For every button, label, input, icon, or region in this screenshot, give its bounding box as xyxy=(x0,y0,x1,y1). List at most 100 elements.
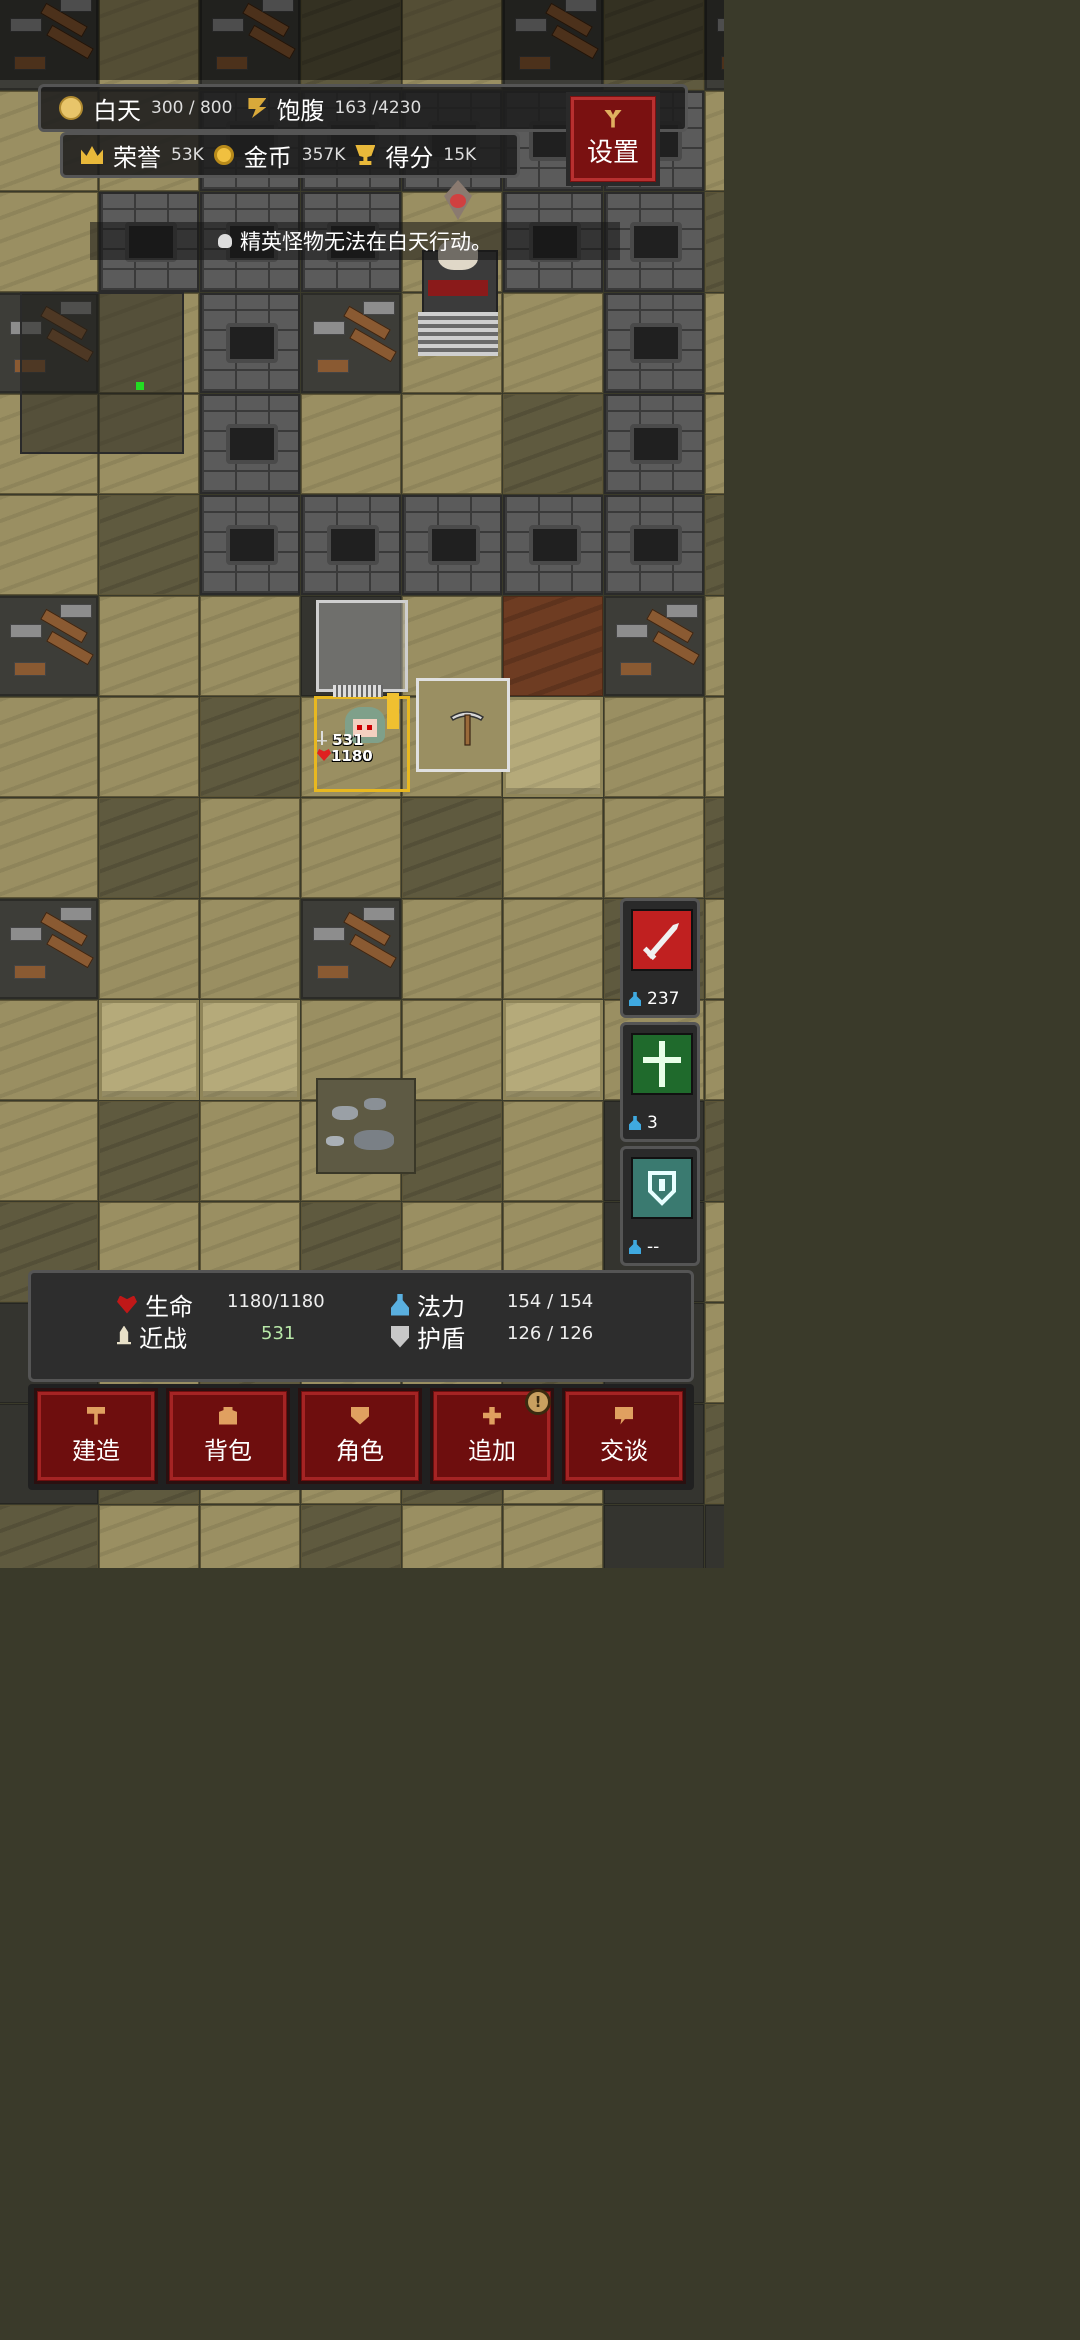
wall-tile[interactable] xyxy=(604,293,704,393)
floor-tile[interactable] xyxy=(402,899,502,999)
stone-floor-tile[interactable] xyxy=(604,1505,704,1568)
floor-tile[interactable] xyxy=(503,1101,603,1201)
debris-tile[interactable] xyxy=(0,596,98,696)
floor-tile[interactable] xyxy=(705,596,724,696)
skill-blade[interactable]: 237 xyxy=(620,898,700,1018)
floor-tile[interactable] xyxy=(705,1404,724,1504)
crown-icon xyxy=(81,146,103,164)
score-label: 得分 xyxy=(385,143,434,172)
bag-button[interactable]: 背包 xyxy=(166,1388,290,1484)
debris-tile[interactable] xyxy=(0,899,98,999)
wall-tile[interactable] xyxy=(503,495,603,595)
floor-tile[interactable] xyxy=(705,899,724,999)
floor-tile[interactable] xyxy=(200,798,300,898)
floor-tile[interactable] xyxy=(402,394,502,494)
raised-floor-tile[interactable] xyxy=(503,1000,603,1100)
skill-shield[interactable]: -- xyxy=(620,1146,700,1266)
rock-pile[interactable] xyxy=(316,1078,416,1174)
wall-tile[interactable] xyxy=(200,394,300,494)
floor-tile[interactable] xyxy=(503,394,603,494)
floor-tile[interactable] xyxy=(705,1202,724,1302)
floor-tile[interactable] xyxy=(0,697,98,797)
floor-tile[interactable] xyxy=(99,495,199,595)
dirt-tile[interactable] xyxy=(503,596,603,696)
talk-button[interactable]: 交谈 xyxy=(562,1388,686,1484)
floor-tile[interactable] xyxy=(99,1505,199,1568)
floor-tile[interactable] xyxy=(200,1505,300,1568)
floor-tile[interactable] xyxy=(200,1101,300,1201)
floor-tile[interactable] xyxy=(0,798,98,898)
add-label: 追加 xyxy=(468,1436,516,1465)
floor-tile[interactable] xyxy=(99,1101,199,1201)
debris-tile[interactable] xyxy=(301,899,401,999)
floor-tile[interactable] xyxy=(705,1303,724,1403)
wall-tile[interactable] xyxy=(402,495,502,595)
raised-floor-tile[interactable] xyxy=(200,1000,300,1100)
mana-flask-icon xyxy=(391,1293,409,1316)
floor-tile[interactable] xyxy=(99,697,199,797)
floor-tile[interactable] xyxy=(99,596,199,696)
raised-floor-tile[interactable] xyxy=(99,1000,199,1100)
floor-tile[interactable] xyxy=(200,697,300,797)
floor-tile[interactable] xyxy=(402,1000,502,1100)
wall-tile[interactable] xyxy=(200,495,300,595)
wall-tile[interactable] xyxy=(604,394,704,494)
floor-tile[interactable] xyxy=(0,1101,98,1201)
floor-tile[interactable] xyxy=(301,798,401,898)
floor-tile[interactable] xyxy=(99,899,199,999)
floor-tile[interactable] xyxy=(705,192,724,292)
floor-tile[interactable] xyxy=(402,1101,502,1201)
game-board[interactable]: 531 1180 白天 300 / 800 饱腹 163 /4230 荣誉 53… xyxy=(0,0,724,1568)
floor-tile[interactable] xyxy=(705,798,724,898)
settings-label: 设置 xyxy=(586,137,639,168)
floor-tile[interactable] xyxy=(402,798,502,898)
floor-tile[interactable] xyxy=(705,495,724,595)
floor-tile[interactable] xyxy=(503,1505,603,1568)
hunger-icon xyxy=(248,98,267,118)
add-button[interactable]: 追加 ! xyxy=(430,1388,554,1484)
mine-target-tile[interactable] xyxy=(416,678,510,772)
skill-holy-cross[interactable]: 3 xyxy=(620,1022,700,1142)
selected-rubble-tile[interactable] xyxy=(316,600,408,692)
floor-tile[interactable] xyxy=(503,293,603,393)
character-stats-panel: 生命 1180/1180 法力 154 / 154 近战 531 护盾 126 … xyxy=(28,1270,694,1382)
floor-tile[interactable] xyxy=(301,1505,401,1568)
floor-tile[interactable] xyxy=(0,192,98,292)
floor-tile[interactable] xyxy=(0,1505,98,1568)
floor-tile[interactable] xyxy=(503,798,603,898)
floor-tile[interactable] xyxy=(0,1000,98,1100)
shield-value: 126 / 126 xyxy=(507,1323,594,1344)
floor-tile[interactable] xyxy=(402,1505,502,1568)
floor-tile[interactable] xyxy=(705,1101,724,1201)
stone-floor-tile[interactable] xyxy=(705,1505,724,1568)
floor-tile[interactable] xyxy=(604,697,704,797)
floor-tile[interactable] xyxy=(705,1000,724,1100)
floor-tile[interactable] xyxy=(705,394,724,494)
floor-tile[interactable] xyxy=(200,899,300,999)
raised-floor-tile[interactable] xyxy=(503,697,603,797)
floor-tile[interactable] xyxy=(604,798,704,898)
wall-tile[interactable] xyxy=(301,495,401,595)
debris-tile[interactable] xyxy=(604,596,704,696)
hero-tile[interactable]: 531 1180 xyxy=(314,685,410,792)
floor-tile[interactable] xyxy=(705,697,724,797)
floor-tile[interactable] xyxy=(503,899,603,999)
floor-tile[interactable] xyxy=(705,293,724,393)
floor-tile[interactable] xyxy=(99,798,199,898)
floor-tile[interactable] xyxy=(0,495,98,595)
floor-tile[interactable] xyxy=(301,394,401,494)
boss-altar[interactable] xyxy=(418,180,498,356)
mana-potion-icon xyxy=(629,1240,641,1254)
floor-tile[interactable] xyxy=(200,596,300,696)
minimap[interactable] xyxy=(20,292,184,454)
wall-tile[interactable] xyxy=(200,293,300,393)
mana-label: 法力 xyxy=(417,1293,465,1321)
settings-button[interactable]: 设置 xyxy=(566,92,660,186)
build-button[interactable]: 建造 xyxy=(34,1388,158,1484)
bag-label: 背包 xyxy=(204,1436,252,1465)
pickaxe-icon xyxy=(449,711,485,746)
wall-tile[interactable] xyxy=(604,495,704,595)
character-button[interactable]: 角色 xyxy=(298,1388,422,1484)
debris-tile[interactable] xyxy=(301,293,401,393)
floor-tile[interactable] xyxy=(705,91,724,191)
